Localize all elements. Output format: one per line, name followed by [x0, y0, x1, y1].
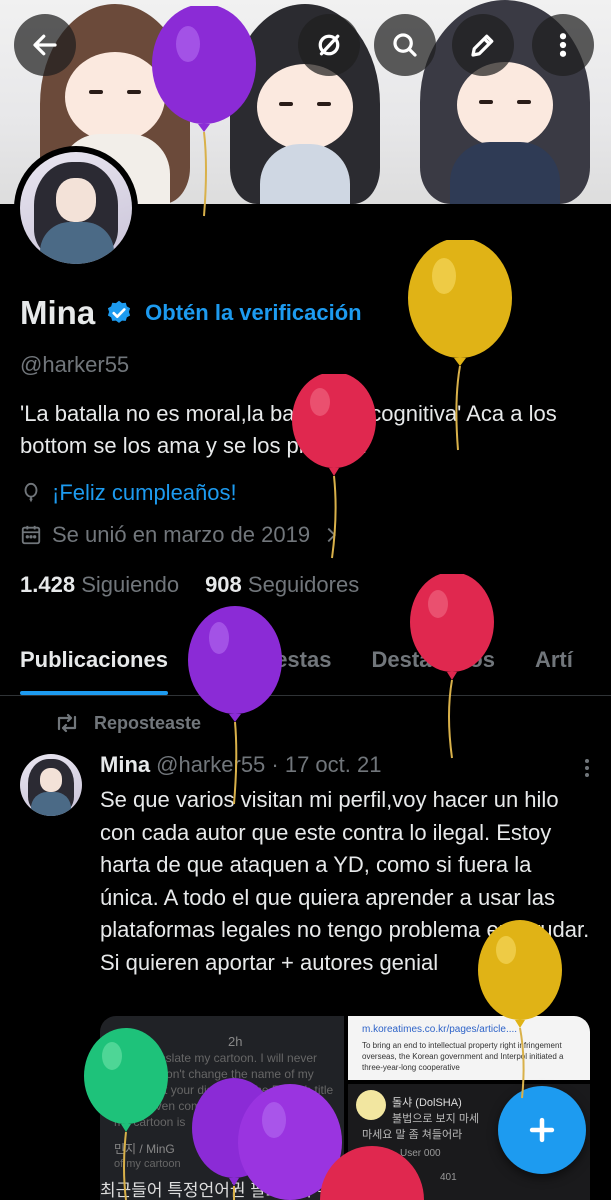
profile-avatar[interactable]	[14, 146, 138, 270]
m2b-avatar	[356, 1090, 386, 1120]
tab-destacados[interactable]: Destacados	[351, 630, 515, 695]
m2b-text1: 불법으로 보지 마세	[392, 1113, 480, 1125]
no-visibility-icon	[318, 34, 340, 56]
name-row: Mina Obtén la verificación	[20, 294, 362, 332]
back-button[interactable]	[14, 14, 76, 76]
followers-label: Seguidores	[247, 572, 360, 597]
media-image-2[interactable]: m.koreatimes.co.kr/pages/article.... To …	[348, 1016, 590, 1080]
post-text: Se que varios visitan mi perfil,voy hace…	[100, 787, 590, 975]
m2a-text: To bring an end to intellectual property…	[362, 1041, 564, 1072]
post-author[interactable]: Mina	[100, 752, 150, 778]
compose-button[interactable]	[498, 1086, 586, 1174]
search-button[interactable]	[374, 14, 436, 76]
birthday-row: ¡Feliz cumpleaños!	[20, 480, 237, 506]
m1-time: 2h	[228, 1034, 243, 1049]
profile-tabs: Publicaciones Respuestas Destacados Artí	[0, 630, 611, 696]
back-arrow-icon	[33, 34, 57, 56]
search-icon	[393, 33, 417, 57]
post-more-icon[interactable]	[585, 756, 589, 780]
repost-label: Reposteaste	[94, 712, 202, 733]
joined-text: Se unió en marzo de 2019	[52, 522, 311, 547]
profile-handle: @harker55	[20, 352, 130, 377]
get-verified-link[interactable]: Obtén la verificación	[145, 300, 361, 326]
repost-indicator: Reposteaste	[54, 712, 201, 734]
m1-korean-2: of my cartoon	[114, 1158, 181, 1170]
m1-user: 민지 / MinG	[114, 1142, 175, 1156]
birthday-text[interactable]: ¡Feliz cumpleaños!	[52, 480, 237, 506]
no-visibility-button[interactable]	[298, 14, 360, 76]
followers-link[interactable]: 908 Seguidores	[205, 572, 359, 598]
chevron-right-icon	[327, 527, 337, 543]
tab-publicaciones[interactable]: Publicaciones	[0, 630, 188, 695]
profile-name: Mina	[20, 294, 96, 331]
following-count: 1.428	[20, 572, 76, 597]
m2b-count1: User 000	[400, 1148, 441, 1159]
verified-badge-icon[interactable]	[105, 299, 133, 327]
m1-korean: 최근들어 특정언어권 팔로워가 유난히	[100, 1181, 344, 1200]
more-options-button[interactable]	[532, 14, 594, 76]
balloon-icon	[24, 482, 38, 503]
more-vertical-icon	[559, 33, 567, 57]
media-image-1[interactable]: 2h Don't translate my cartoon. I will ne…	[100, 1016, 344, 1200]
m2b-count2: 401	[440, 1172, 457, 1183]
post-header: Mina @harker55 · 17 oct. 21	[100, 752, 381, 778]
m2b-user: 돌샤 (DolSHA)	[392, 1097, 462, 1109]
following-label: Siguiendo	[81, 572, 180, 597]
calendar-icon	[21, 525, 41, 545]
post-avatar[interactable]	[20, 754, 82, 816]
post-meta: @harker55 · 17 oct. 21	[156, 752, 382, 777]
tab-articulos[interactable]: Artí	[515, 630, 593, 695]
profile-bio: 'La batalla no es moral,la batalla es co…	[20, 401, 557, 458]
following-link[interactable]: 1.428 Siguiendo	[20, 572, 179, 598]
edit-profile-button[interactable]	[452, 14, 514, 76]
m2b-text2: 마세요 말 좀 쳐들어라	[362, 1129, 463, 1141]
followers-count: 908	[205, 572, 242, 597]
joined-row[interactable]: Se unió en marzo de 2019	[20, 522, 342, 548]
repost-icon	[57, 713, 77, 733]
follow-stats: 1.428 Siguiendo 908 Seguidores	[20, 572, 359, 598]
avatar-image	[20, 152, 132, 264]
plus-icon	[529, 1117, 555, 1143]
m1-text: Don't translate my cartoon. I will never…	[114, 1051, 334, 1129]
m2a-url: m.koreatimes.co.kr/pages/article....	[362, 1024, 518, 1035]
edit-pencil-icon	[471, 34, 494, 57]
tab-respuestas[interactable]: Respuestas	[188, 630, 352, 695]
